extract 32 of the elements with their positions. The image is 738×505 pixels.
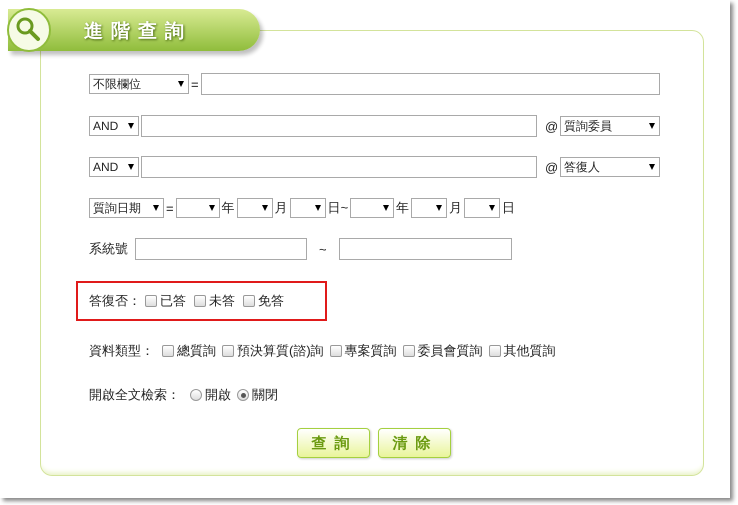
dropdown[interactable]: 質詢日期 (89, 198, 164, 218)
checkbox-option[interactable]: 其他質詢 (488, 342, 556, 360)
date-unit: 年 (396, 199, 410, 217)
checkbox-option[interactable]: 已答 (145, 292, 186, 310)
radio-option[interactable]: 開啟 (190, 386, 231, 404)
checkbox-option[interactable]: 預決算質(諮)詢 (222, 342, 324, 360)
dropdown[interactable]: 答復人 (560, 157, 660, 177)
date-unit: 月 (449, 199, 462, 217)
type-label: 資料類型： (89, 342, 154, 360)
operator: = (166, 200, 174, 216)
date-unit: 日~ (328, 199, 348, 217)
radio-option[interactable]: 關閉 (237, 386, 278, 404)
dropdown[interactable]: AND (89, 157, 139, 177)
at-sign: @ (545, 160, 558, 174)
checkbox-option[interactable]: 專案質詢 (330, 342, 397, 360)
page-title: 進階查詢 (84, 20, 192, 44)
checkbox-option[interactable]: 委員會質詢 (402, 342, 483, 360)
dropdown[interactable]: AND (89, 116, 139, 136)
range-separator: ~ (319, 242, 327, 256)
date-unit: 月 (274, 199, 288, 217)
dropdown[interactable]: 不限欄位 (89, 74, 189, 94)
reply-label: 答復否： (89, 292, 141, 310)
checkbox-option[interactable]: 總質詢 (162, 342, 216, 360)
fulltext-label: 開啟全文檢索： (89, 386, 180, 404)
date-unit: 日 (502, 199, 516, 217)
dropdown[interactable]: 質詢委員 (560, 116, 660, 136)
checkbox-option[interactable]: 免答 (243, 292, 284, 310)
date-unit: 年 (222, 199, 235, 217)
checkbox-option[interactable]: 未答 (194, 292, 235, 310)
operator: = (191, 76, 199, 92)
at-sign: @ (545, 118, 558, 134)
serial-label: 系統號 (89, 240, 128, 258)
